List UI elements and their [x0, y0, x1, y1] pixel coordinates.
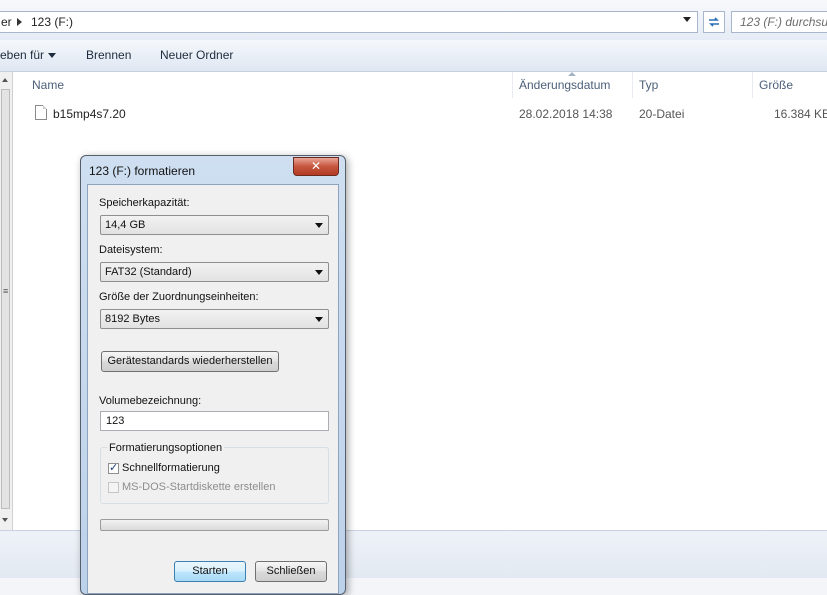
format-progress-bar: [100, 519, 329, 531]
allocation-select[interactable]: 8192 Bytes: [100, 309, 329, 329]
column-divider[interactable]: [512, 72, 513, 98]
file-icon: [35, 105, 47, 120]
chevron-down-icon: [315, 317, 323, 322]
navigation-pane: ≡: [0, 72, 13, 530]
breadcrumb-current[interactable]: 123 (F:): [31, 15, 73, 29]
format-options-group: [100, 447, 329, 504]
breadcrumb-previous[interactable]: er: [1, 15, 12, 29]
quick-format-checkbox[interactable]: ✓: [108, 462, 119, 474]
scroll-down-arrow-icon[interactable]: [2, 518, 8, 522]
dialog-title: 123 (F:) formatieren: [89, 164, 196, 178]
scroll-grip-icon: ≡: [3, 286, 9, 296]
column-header-size[interactable]: Größe: [759, 78, 793, 92]
format-dialog: 123 (F:) formatieren ✕ Speicherkapazität…: [80, 155, 346, 595]
filesystem-value: FAT32 (Standard): [105, 266, 192, 278]
restore-defaults-button[interactable]: Gerätestandards wiederherstellen: [101, 351, 279, 372]
file-name: b15mp4s7.20: [53, 107, 126, 121]
address-bar-area: er 123 (F:) 123 (F:) durchsuchen: [0, 0, 827, 40]
search-input[interactable]: 123 (F:) durchsuchen: [731, 11, 827, 33]
checkmark-icon: ✓: [109, 462, 119, 474]
file-type: 20-Datei: [639, 107, 685, 121]
column-divider[interactable]: [632, 72, 633, 98]
quick-format-label[interactable]: Schnellformatierung: [122, 462, 220, 474]
filesystem-select[interactable]: FAT32 (Standard): [100, 262, 329, 282]
column-header-name[interactable]: Name: [32, 78, 64, 92]
sort-indicator-icon: [568, 72, 576, 76]
breadcrumb-separator-icon[interactable]: [17, 18, 22, 26]
msdos-startup-checkbox: [108, 482, 119, 493]
close-button[interactable]: Schließen: [255, 561, 327, 582]
volume-label-value: 123: [106, 415, 125, 427]
close-icon: ✕: [310, 159, 322, 173]
address-bar[interactable]: er 123 (F:): [0, 11, 698, 33]
chevron-down-icon: [315, 223, 323, 228]
refresh-icon: [709, 17, 719, 27]
dialog-close-button[interactable]: ✕: [293, 157, 339, 176]
capacity-value: 14,4 GB: [105, 219, 146, 231]
volume-label: Volumebezeichnung:: [99, 395, 202, 407]
search-placeholder: 123 (F:) durchsuchen: [740, 15, 827, 29]
allocation-label: Größe der Zuordnungseinheiten:: [99, 291, 259, 303]
capacity-label: Speicherkapazität:: [99, 197, 190, 209]
refresh-button[interactable]: [703, 11, 725, 33]
share-with-label: eben für: [0, 48, 45, 62]
dialog-body: Speicherkapazität: 14,4 GB Dateisystem: …: [87, 184, 339, 594]
column-header-type[interactable]: Typ: [639, 78, 658, 92]
address-history-dropdown-icon[interactable]: [683, 17, 691, 22]
scroll-up-arrow-icon[interactable]: [2, 78, 8, 82]
msdos-startup-label: MS-DOS-Startdiskette erstellen: [122, 481, 276, 493]
burn-button[interactable]: Brennen: [86, 48, 131, 62]
volume-label-input[interactable]: 123: [100, 411, 329, 431]
share-with-menu[interactable]: eben für: [0, 48, 57, 62]
column-divider[interactable]: [752, 72, 753, 98]
allocation-value: 8192 Bytes: [105, 313, 161, 325]
chevron-down-icon: [315, 270, 323, 275]
capacity-select[interactable]: 14,4 GB: [100, 215, 329, 235]
file-size: 16.384 KB: [774, 107, 827, 121]
file-date: 28.02.2018 14:38: [519, 107, 613, 121]
scrollbar-thumb[interactable]: [1, 89, 10, 509]
new-folder-button[interactable]: Neuer Ordner: [160, 48, 233, 62]
filesystem-label: Dateisystem:: [99, 244, 163, 256]
chevron-down-icon: [48, 53, 57, 59]
command-bar: eben für Brennen Neuer Ordner: [0, 40, 827, 72]
column-header-date[interactable]: Änderungsdatum: [519, 78, 610, 92]
format-options-legend: Formatierungsoptionen: [107, 442, 225, 454]
start-button[interactable]: Starten: [174, 561, 246, 582]
